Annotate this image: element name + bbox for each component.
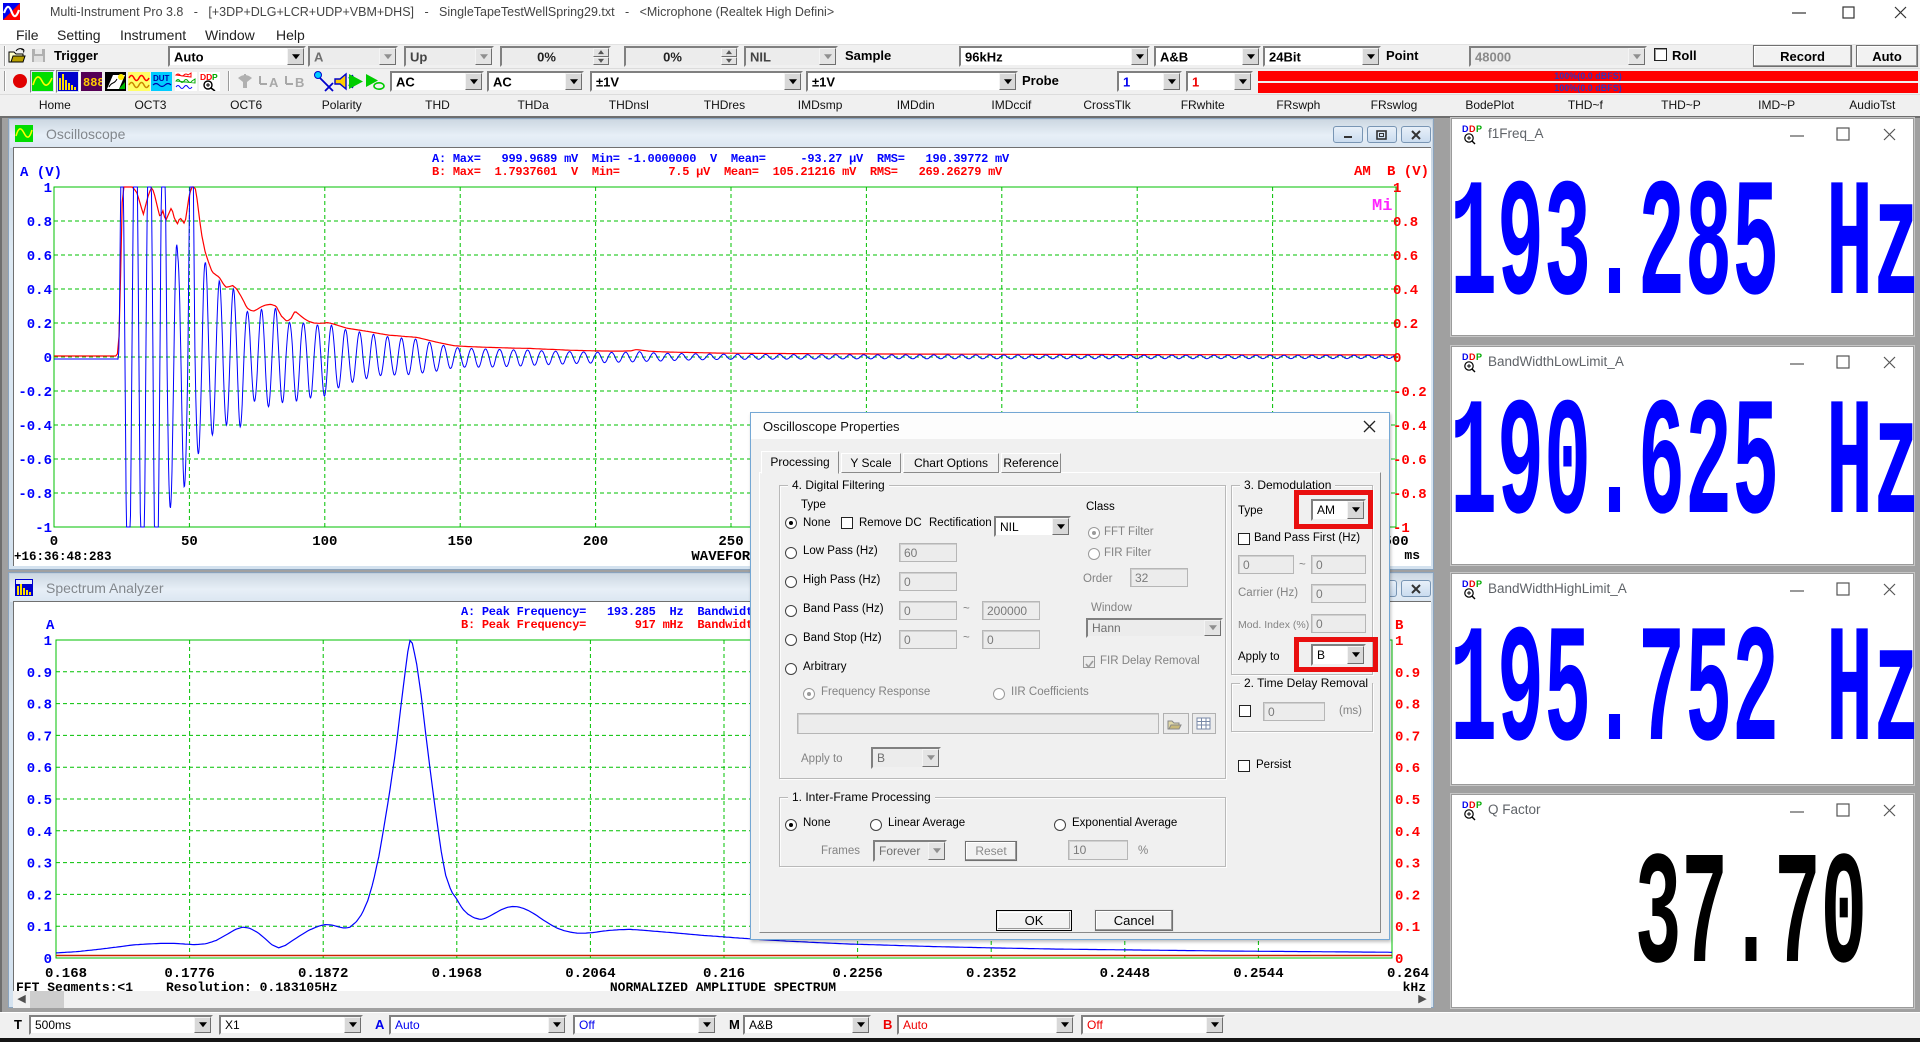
svg-text:+16:36:48:283: +16:36:48:283: [14, 550, 112, 564]
svg-text:0.7: 0.7: [1395, 729, 1420, 745]
svg-text:DUT: DUT: [153, 74, 170, 83]
svg-text:0.2: 0.2: [1393, 317, 1418, 333]
svg-text:D: D: [1469, 579, 1476, 589]
svg-text:0.8: 0.8: [1395, 698, 1420, 714]
svg-text:-0.8: -0.8: [18, 487, 52, 503]
svg-text:1: 1: [1395, 634, 1403, 650]
svg-text:P: P: [1476, 800, 1482, 810]
svg-text:D: D: [1462, 579, 1469, 589]
svg-text:0.6: 0.6: [27, 761, 52, 777]
svg-text:190.625 Hz: 190.625 Hz: [1452, 377, 1915, 563]
svg-text:0.2544: 0.2544: [1233, 966, 1283, 982]
svg-text:-0.8: -0.8: [1393, 487, 1427, 503]
svg-text:195.752 Hz: 195.752 Hz: [1452, 604, 1915, 790]
svg-text:0.5: 0.5: [27, 793, 52, 809]
svg-text:0.1: 0.1: [1395, 920, 1420, 936]
svg-text:0: 0: [44, 351, 52, 367]
svg-text:-0.2: -0.2: [18, 385, 52, 401]
svg-text:1: 1: [44, 634, 52, 650]
svg-text:0.2448: 0.2448: [1100, 966, 1150, 982]
svg-text:0.6: 0.6: [27, 249, 52, 265]
svg-text:0.4: 0.4: [1395, 825, 1420, 841]
svg-text:1: 1: [44, 181, 52, 197]
svg-text:-0.6: -0.6: [18, 453, 52, 469]
svg-text:0.4: 0.4: [27, 283, 52, 299]
svg-text:0.4: 0.4: [27, 825, 52, 841]
svg-text:P: P: [1476, 124, 1482, 134]
svg-text:-0.4: -0.4: [1393, 419, 1427, 435]
svg-text:150: 150: [448, 534, 473, 550]
svg-text:D: D: [1469, 352, 1476, 362]
svg-text:0.7: 0.7: [27, 729, 52, 745]
svg-text:-0.6: -0.6: [1393, 453, 1427, 469]
svg-text:0.8: 0.8: [27, 215, 52, 231]
svg-text:0.2: 0.2: [27, 888, 52, 904]
svg-text:B: Max= 1.7937601 V Min=: B: Max= 1.7937601 V Min= 7.5 µV Mean= 10…: [432, 165, 1003, 179]
svg-text:0.9: 0.9: [1395, 666, 1420, 682]
svg-text:-0.4: -0.4: [18, 419, 52, 435]
svg-text:0.6: 0.6: [1393, 249, 1418, 265]
svg-text:ms: ms: [1404, 548, 1420, 563]
svg-text:0.2064: 0.2064: [565, 966, 615, 982]
svg-text:D: D: [1469, 124, 1476, 134]
svg-text:0.2352: 0.2352: [966, 966, 1016, 982]
svg-text:0.8: 0.8: [27, 698, 52, 714]
svg-text:100: 100: [312, 534, 337, 550]
svg-text:0: 0: [1393, 351, 1401, 367]
svg-text:D: D: [1462, 800, 1469, 810]
svg-text:0.2: 0.2: [27, 317, 52, 333]
svg-text:A: A: [269, 75, 279, 90]
svg-text:P: P: [1476, 579, 1482, 589]
svg-text:A (V): A (V): [20, 165, 62, 181]
svg-text:0.1968: 0.1968: [432, 966, 482, 982]
svg-text:DD: DD: [200, 72, 212, 82]
svg-text:0.8: 0.8: [1393, 215, 1418, 231]
svg-text:AM: AM: [1354, 164, 1371, 180]
svg-text:D: D: [1462, 124, 1469, 134]
svg-text:A: Max= 999.9689 mV Min= -1: A: Max= 999.9689 mV Min= -1.0000000 V Me…: [432, 152, 1010, 166]
svg-text:Mi: Mi: [1372, 197, 1392, 216]
svg-text:P: P: [1476, 352, 1482, 362]
svg-text:B (V): B (V): [1387, 164, 1429, 180]
svg-text:0.6: 0.6: [1395, 761, 1420, 777]
svg-text:50: 50: [181, 534, 198, 550]
svg-text:0.9: 0.9: [27, 666, 52, 682]
svg-text:D: D: [1469, 800, 1476, 810]
svg-text:-0.2: -0.2: [1393, 385, 1427, 401]
svg-text:37.70: 37.70: [1635, 828, 1867, 1010]
svg-text:B: B: [295, 75, 304, 90]
svg-text:B: B: [1395, 618, 1404, 634]
svg-text:200: 200: [583, 534, 608, 550]
svg-text:250: 250: [718, 534, 743, 550]
svg-text:0.2: 0.2: [1395, 888, 1420, 904]
svg-text:A: A: [46, 618, 55, 634]
svg-text:193.285 Hz: 193.285 Hz: [1452, 154, 1915, 339]
svg-text:P: P: [212, 72, 218, 82]
svg-text:1: 1: [1393, 181, 1401, 197]
svg-text:888: 888: [83, 76, 102, 90]
svg-text:0.1: 0.1: [27, 920, 52, 936]
svg-text:0.3: 0.3: [1395, 857, 1420, 873]
svg-text:D: D: [1462, 352, 1469, 362]
svg-text:0.4: 0.4: [1393, 283, 1418, 299]
svg-text:WAVEFORM: WAVEFORM: [691, 549, 758, 565]
svg-text:0.5: 0.5: [1395, 793, 1420, 809]
svg-text:0: 0: [50, 534, 58, 550]
svg-text:0.2256: 0.2256: [832, 966, 882, 982]
svg-text:0.3: 0.3: [27, 857, 52, 873]
